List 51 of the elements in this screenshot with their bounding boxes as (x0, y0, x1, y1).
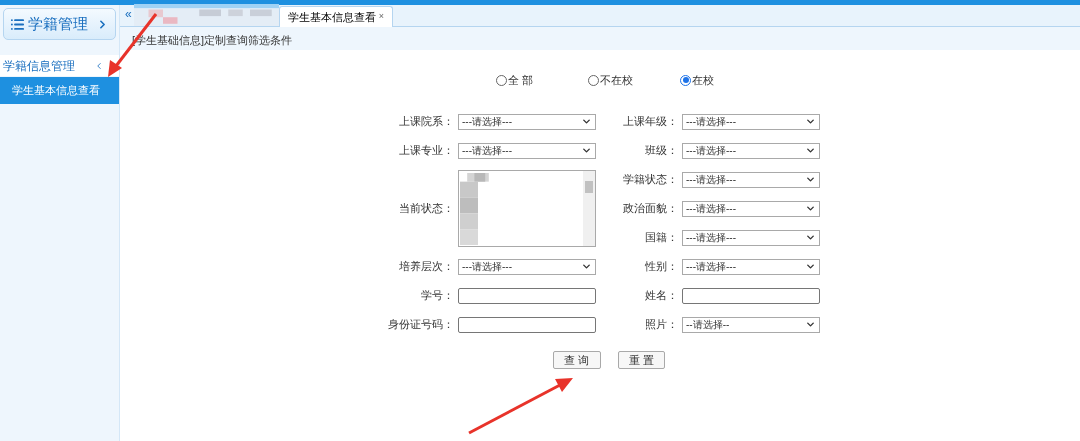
collapse-button[interactable]: « (123, 6, 134, 26)
field-label: 性别： (644, 259, 679, 275)
select-field[interactable]: ---请选择--- (682, 171, 820, 188)
field-label: 班级： (644, 143, 679, 159)
close-button[interactable]: × (378, 10, 384, 24)
caret-icon (581, 116, 592, 127)
field-label: 学号： (420, 288, 455, 304)
scrollbar[interactable] (583, 171, 595, 246)
caret-icon (581, 145, 592, 156)
caret-icon (805, 145, 816, 156)
field-label: 上课年级： (622, 114, 679, 130)
select-field[interactable]: ---请选择--- (682, 113, 820, 130)
field-label: 上课专业： (398, 143, 455, 159)
field-label: 政治面貌： (622, 201, 679, 217)
select-field[interactable]: ---请选择--- (682, 229, 820, 246)
caret-icon (805, 116, 816, 127)
caret-icon (581, 261, 592, 272)
input-field[interactable] (458, 316, 596, 333)
caret-icon (805, 232, 816, 243)
field-label: 培养层次： (398, 259, 455, 275)
select-field[interactable]: ---请选择--- (458, 142, 596, 159)
select-field[interactable]: ---请选择--- (682, 200, 820, 217)
field-label: 国籍： (644, 230, 679, 246)
caret-icon (805, 319, 816, 330)
field-label: 当前状态： (398, 201, 455, 217)
chevron-icon (94, 60, 104, 71)
caret-icon (805, 261, 816, 272)
field-label: 姓名： (644, 288, 679, 304)
caret-icon (805, 203, 816, 214)
tab[interactable]: 学生基本信息查看 × (278, 6, 393, 27)
form-button[interactable]: 重 置 (617, 351, 665, 369)
field-label: 照片： (644, 317, 679, 333)
annotation-arrow (106, 12, 158, 78)
field-label: 上课院系： (398, 114, 455, 130)
list-icon (10, 16, 25, 32)
list-box[interactable] (458, 170, 596, 247)
select-field[interactable]: --请选择-- (682, 316, 820, 333)
select-field[interactable]: ---请选择--- (458, 258, 596, 275)
radio-label: 在校 (692, 72, 714, 88)
select-field[interactable]: ---请选择--- (458, 113, 596, 130)
select-field[interactable]: ---请选择--- (682, 258, 820, 275)
input-field[interactable] (458, 287, 596, 304)
radio-label: 全 部 (508, 72, 534, 88)
input-field[interactable] (682, 287, 820, 304)
module-button[interactable]: 学籍管理 (3, 8, 116, 40)
form-button[interactable]: 查 询 (553, 351, 601, 369)
radio-label: 不在校 (600, 72, 633, 88)
field-label: 身份证号码： (387, 317, 455, 333)
caret-icon (805, 174, 816, 185)
select-field[interactable]: ---请选择--- (682, 142, 820, 159)
field-label: 学籍状态： (622, 172, 679, 188)
